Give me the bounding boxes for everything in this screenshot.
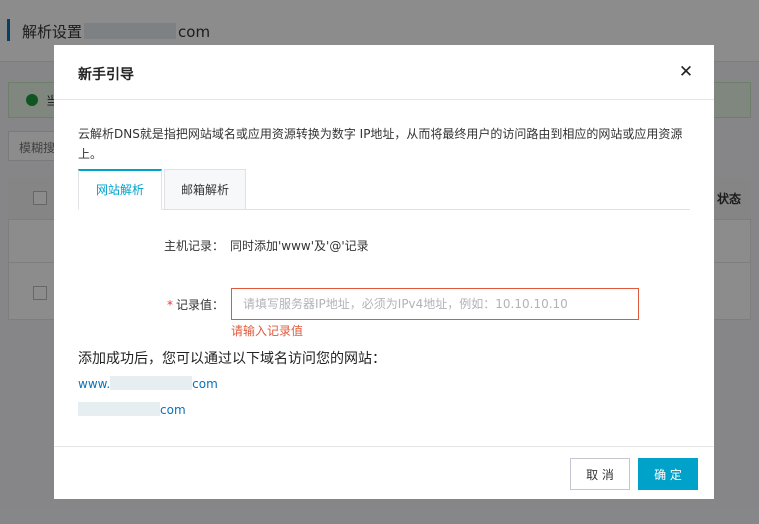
- domain-link-root[interactable]: com: [78, 402, 186, 417]
- host-record-value: 同时添加'www'及'@'记录: [230, 239, 369, 253]
- record-value-label: * 记录值：: [78, 296, 224, 313]
- domain-link-www[interactable]: www. com: [78, 376, 218, 391]
- tab-mail-resolution[interactable]: 邮箱解析: [164, 169, 246, 210]
- required-mark: *: [166, 298, 173, 312]
- tab-bar: 网站解析 邮箱解析: [78, 169, 690, 210]
- masked-domain: [110, 376, 193, 390]
- intro-text: 云解析DNS就是指把网站域名或应用资源转换为数字 IP地址，从而将最终用户的访问…: [78, 127, 683, 161]
- record-value-label-text: 记录值：: [175, 298, 224, 312]
- confirm-button[interactable]: 确 定: [638, 458, 698, 490]
- domain-link-www-prefix: www.: [78, 377, 111, 391]
- success-hint: 添加成功后，您可以通过以下域名访问您的网站：: [78, 351, 386, 367]
- guide-modal: 新手引导 ✕ 云解析DNS就是指把网站域名或应用资源转换为数字 IP地址，从而将…: [54, 45, 714, 499]
- close-icon[interactable]: ✕: [676, 62, 696, 82]
- record-error-message: 请输入记录值: [231, 324, 304, 338]
- cancel-button[interactable]: 取 消: [570, 458, 630, 490]
- tab-website-resolution[interactable]: 网站解析: [78, 169, 162, 210]
- footer-divider: [54, 446, 714, 447]
- domain-link-www-suffix: com: [192, 377, 218, 391]
- modal-header: 新手引导 ✕: [54, 45, 714, 100]
- masked-domain: [78, 402, 160, 416]
- domain-link-root-suffix: com: [160, 403, 186, 417]
- host-record-label: 主机记录：: [163, 239, 224, 253]
- record-value-input[interactable]: [231, 288, 639, 320]
- modal-title: 新手引导: [78, 67, 134, 83]
